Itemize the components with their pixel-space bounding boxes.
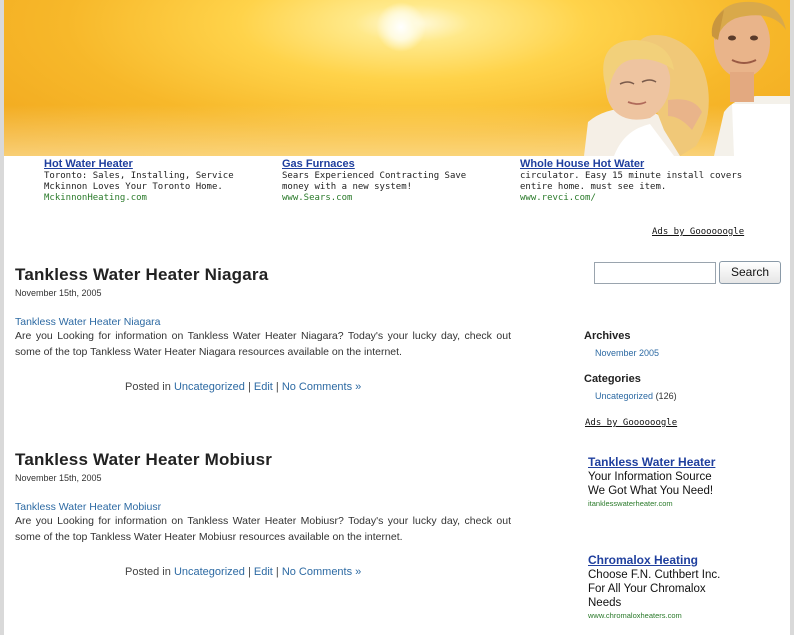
header-banner [4,0,790,156]
page: Hot Water Heater Toronto: Sales, Install… [0,0,794,635]
category-link[interactable]: Uncategorized [174,381,245,393]
post-meta: Posted in Uncategorized | Edit | No Comm… [15,566,511,578]
ad-url[interactable]: MckinnonHeating.com [44,193,274,204]
ad-url[interactable]: www.chromaloxheaters.com [588,610,748,621]
ad-text: We Got What You Need! [588,485,714,497]
edit-link[interactable]: Edit [254,566,273,578]
archives-heading: Archives [584,330,631,342]
ad-text: Toronto: Sales, Installing, Service Mcki… [44,171,234,192]
search-button[interactable]: Search [719,261,781,284]
ads-by-google-link[interactable]: Ads by Goooooogle [652,227,744,237]
ad-url[interactable]: www.revci.com/ [520,193,780,204]
category-count: (126) [655,391,677,401]
sidebar-ad[interactable]: Chromalox Heating Choose F.N. Cuthbert I… [588,553,748,621]
ad-url[interactable]: itanklesswaterheater.com [588,498,748,509]
category-link[interactable]: Uncategorized [174,566,245,578]
ad-text: Sears Experienced Contracting Save money… [282,171,467,192]
post-date: November 15th, 2005 [15,473,102,483]
posted-in-label: Posted in [125,381,171,393]
ads-by-google-link[interactable]: Ads by Goooooogle [585,418,677,428]
search-input[interactable] [594,262,716,284]
meta-separator: | [247,566,251,578]
post-title[interactable]: Tankless Water Heater Mobiusr [15,450,511,470]
post-link[interactable]: Tankless Water Heater Mobiusr [15,501,511,514]
ad-url[interactable]: www.Sears.com [282,193,512,204]
ad-title-link[interactable]: Whole House Hot Water [520,158,780,171]
ad-title-link[interactable]: Chromalox Heating [588,553,748,568]
ad-text: circulator. Easy 15 minute install cover… [520,171,743,192]
ad-text: Choose F.N. Cuthbert Inc. [588,569,721,581]
archive-link[interactable]: November 2005 [595,348,659,358]
post-title[interactable]: Tankless Water Heater Niagara [15,265,511,285]
ad-title-link[interactable]: Gas Furnaces [282,158,512,171]
top-ads: Hot Water Heater Toronto: Sales, Install… [44,158,784,204]
categories-heading: Categories [584,373,641,385]
sidebar-ad[interactable]: Tankless Water Heater Your Information S… [588,455,748,509]
category-link[interactable]: Uncategorized [595,391,653,401]
ad-text: For All Your Chromalox [588,583,706,595]
category-item[interactable]: Uncategorized (126) [595,391,677,401]
post-date: November 15th, 2005 [15,288,102,298]
comments-link[interactable]: No Comments » [282,566,361,578]
edit-link[interactable]: Edit [254,381,273,393]
post-body: Are you Looking for information on Tankl… [15,515,511,543]
ad-text: Your Information Source [588,471,712,483]
post: Tankless Water Heater Niagara November 1… [15,265,511,393]
ad-text: Needs [588,597,622,609]
meta-separator: | [275,381,279,393]
post-body: Are you Looking for information on Tankl… [15,330,511,358]
meta-separator: | [275,566,279,578]
post-link[interactable]: Tankless Water Heater Niagara [15,316,511,329]
ad-unit[interactable]: Gas Furnaces Sears Experienced Contracti… [282,158,512,204]
post: Tankless Water Heater Mobiusr November 1… [15,450,511,578]
ad-unit[interactable]: Hot Water Heater Toronto: Sales, Install… [44,158,274,204]
sun-image [376,2,426,52]
couple-photo [584,1,790,156]
ad-title-link[interactable]: Tankless Water Heater [588,455,748,470]
ad-title-link[interactable]: Hot Water Heater [44,158,274,171]
post-meta: Posted in Uncategorized | Edit | No Comm… [15,381,511,393]
ad-unit[interactable]: Whole House Hot Water circulator. Easy 1… [520,158,780,204]
comments-link[interactable]: No Comments » [282,381,361,393]
posted-in-label: Posted in [125,566,171,578]
meta-separator: | [247,381,251,393]
